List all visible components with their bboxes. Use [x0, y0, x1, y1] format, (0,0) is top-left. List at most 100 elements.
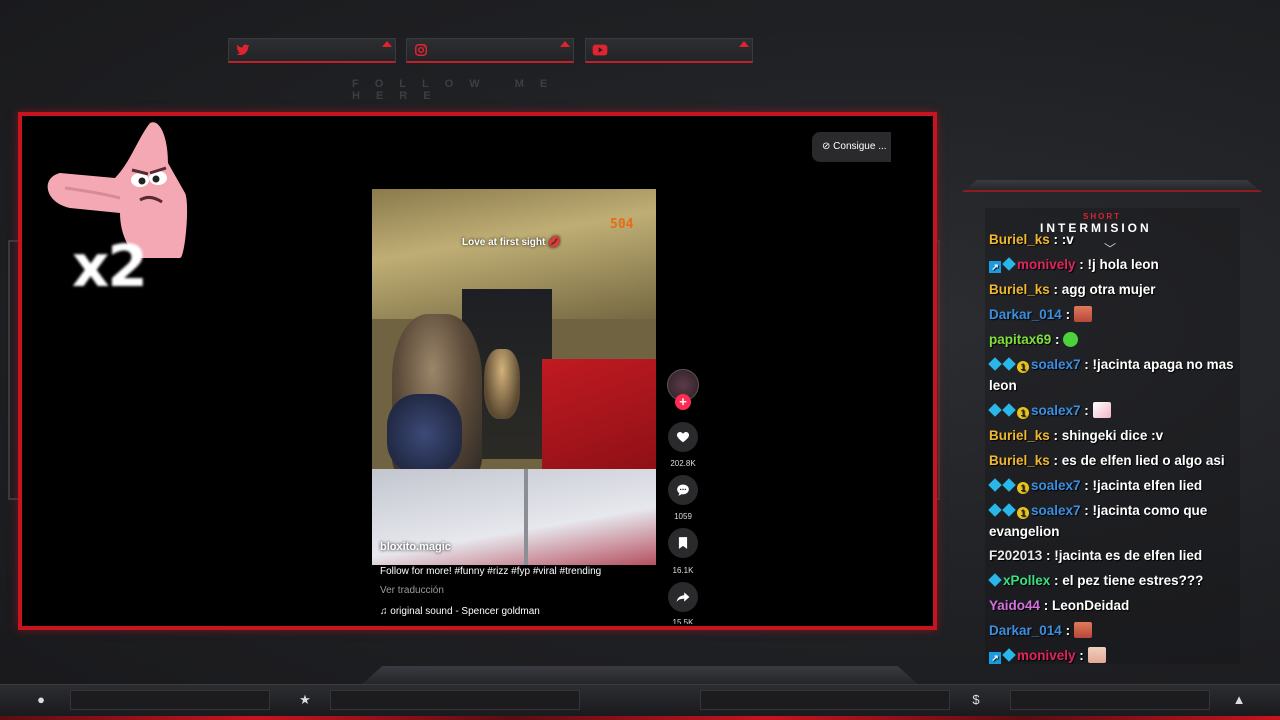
- chat-message: 1 soalex7 :: [988, 400, 1239, 421]
- chat-text: :v: [1061, 232, 1074, 247]
- video-description: Follow for more! #funny #rizz #fyp #vira…: [380, 566, 602, 577]
- chat-username[interactable]: Darkar_014: [989, 307, 1062, 322]
- bookmark-button[interactable]: [668, 528, 698, 558]
- chat-separator: :: [1075, 257, 1088, 272]
- chat-separator: :: [1061, 623, 1074, 638]
- chat-text: !jacinta elfen lied: [1092, 478, 1203, 493]
- short-label: SHORT: [1083, 212, 1121, 221]
- get-app-label: Consigue ...: [833, 141, 887, 152]
- hand-emote-icon: [1087, 647, 1106, 663]
- chat-username[interactable]: soalex7: [1031, 503, 1081, 518]
- face-emote-icon: [1073, 622, 1092, 638]
- gem-badge-icon: [1002, 257, 1016, 271]
- chat-separator: :: [1080, 503, 1093, 518]
- gem-badge-icon: [1002, 503, 1016, 517]
- chat-username[interactable]: Buriel_ks: [989, 232, 1050, 247]
- blob-emote-icon: [1063, 332, 1079, 347]
- youtube-bar[interactable]: [585, 38, 753, 63]
- chat-username[interactable]: soalex7: [1031, 403, 1081, 418]
- comment-count: 1059: [674, 512, 692, 521]
- comment-icon: [677, 484, 689, 496]
- chat-username[interactable]: Darkar_014: [989, 623, 1062, 638]
- follow-me-text: FOLLOW ME HERE: [352, 78, 564, 102]
- share-icon: [676, 592, 690, 603]
- chat-separator: :: [1080, 357, 1093, 372]
- music-note-icon: ♫: [380, 606, 391, 617]
- arrow-up-icon: [739, 41, 749, 47]
- gem-badge-icon: [1002, 403, 1016, 417]
- gem-badge-icon: [1002, 357, 1016, 371]
- translate-link[interactable]: Ver traducción: [380, 585, 444, 596]
- chat-message: ↗ monively :: [989, 645, 1239, 666]
- chat-message: ↗ monively : !j hola leon: [989, 254, 1239, 275]
- chat-username[interactable]: soalex7: [1031, 478, 1081, 493]
- follow-plus-icon[interactable]: +: [675, 394, 691, 410]
- chat-username[interactable]: Yaido44: [989, 598, 1040, 613]
- chat-username[interactable]: F202013: [989, 548, 1042, 563]
- chat-separator: :: [1049, 232, 1062, 247]
- rocket-icon: ▲: [1232, 692, 1246, 707]
- chat-username[interactable]: soalex7: [1031, 357, 1081, 372]
- like-button[interactable]: [668, 422, 698, 452]
- arrow-badge-icon: ↗: [989, 261, 1001, 273]
- chat-username[interactable]: Buriel_ks: [989, 428, 1050, 443]
- gem-badge-icon: [1002, 478, 1016, 492]
- chat-text: !jacinta es de elfen lied: [1054, 548, 1203, 563]
- share-button[interactable]: [668, 582, 698, 612]
- sound-name: original sound - Spencer goldman: [390, 606, 540, 617]
- chat-separator: :: [1051, 332, 1064, 347]
- chat-message: Darkar_014 :: [989, 304, 1239, 325]
- get-app-button[interactable]: ⊘ Consigue ...: [812, 132, 891, 162]
- chat-message: Darkar_014 :: [989, 620, 1239, 641]
- coin-badge-icon: 1: [1017, 482, 1029, 494]
- chat-text: es de elfen lied o algo asi: [1061, 453, 1225, 468]
- unicorn-emote-icon: [1092, 402, 1111, 418]
- chat-username[interactable]: monively: [1017, 648, 1076, 663]
- bottom-slot: [330, 690, 580, 710]
- twitter-bar[interactable]: [228, 38, 396, 63]
- chat-username[interactable]: papitax69: [989, 332, 1051, 347]
- video-watermark: bloxito.magic: [380, 541, 451, 553]
- chat-separator: :: [1049, 428, 1062, 443]
- chat-message: papitax69 :: [989, 329, 1239, 350]
- chat-separator: :: [1042, 548, 1055, 563]
- bottom-slot: [1010, 690, 1210, 710]
- gem-badge-icon: [988, 503, 1002, 517]
- coin-badge-icon: 1: [1017, 361, 1029, 373]
- chat-separator: :: [1075, 648, 1088, 663]
- gem-badge-icon: [988, 478, 1002, 492]
- chat-message: Buriel_ks : :v: [989, 229, 1239, 250]
- bottom-red-strip: [0, 716, 1280, 720]
- face-emote-icon: [1073, 306, 1092, 322]
- chat-username[interactable]: Buriel_ks: [989, 453, 1050, 468]
- gem-badge-icon: [988, 403, 1002, 417]
- coin-badge-icon: 1: [1017, 407, 1029, 419]
- chat-username[interactable]: Buriel_ks: [989, 282, 1050, 297]
- chat-text: !j hola leon: [1087, 257, 1159, 272]
- chat-message: 1 soalex7 : !jacinta apaga no mas leon: [988, 354, 1239, 396]
- video-scene-person: [387, 394, 462, 474]
- chat-username[interactable]: xPollex: [1003, 573, 1050, 588]
- chat-message: xPollex : el pez tiene estres???: [988, 570, 1239, 591]
- chat-text: LeonDeidad: [1052, 598, 1130, 613]
- chat-message: F202013 : !jacinta es de elfen lied: [989, 545, 1239, 566]
- youtube-icon: [592, 43, 608, 59]
- chat-message: Buriel_ks : shingeki dice :v: [989, 425, 1239, 446]
- chat-message: Yaido44 : LeonDeidad: [989, 595, 1239, 616]
- arrow-up-icon: [382, 41, 392, 47]
- bottom-center-decoration: [360, 666, 920, 686]
- chat-username[interactable]: monively: [1017, 257, 1076, 272]
- multiplier-text: x2: [72, 232, 148, 300]
- sound-row[interactable]: ♫ original sound - Spencer goldman: [380, 606, 540, 617]
- dollar-icon: $: [972, 692, 980, 707]
- heart-icon: [676, 432, 690, 443]
- video-scene-seats: [542, 359, 656, 469]
- comment-button[interactable]: [668, 475, 698, 505]
- tiktok-video[interactable]: Love at first sight 💋 504 bloxito.magic: [372, 189, 656, 565]
- bottom-slot: [700, 690, 950, 710]
- like-count: 202.8K: [670, 459, 696, 468]
- chat-separator: :: [1049, 453, 1062, 468]
- twitter-icon: [235, 43, 251, 59]
- chat-separator: :: [1061, 307, 1074, 322]
- instagram-bar[interactable]: [406, 38, 574, 63]
